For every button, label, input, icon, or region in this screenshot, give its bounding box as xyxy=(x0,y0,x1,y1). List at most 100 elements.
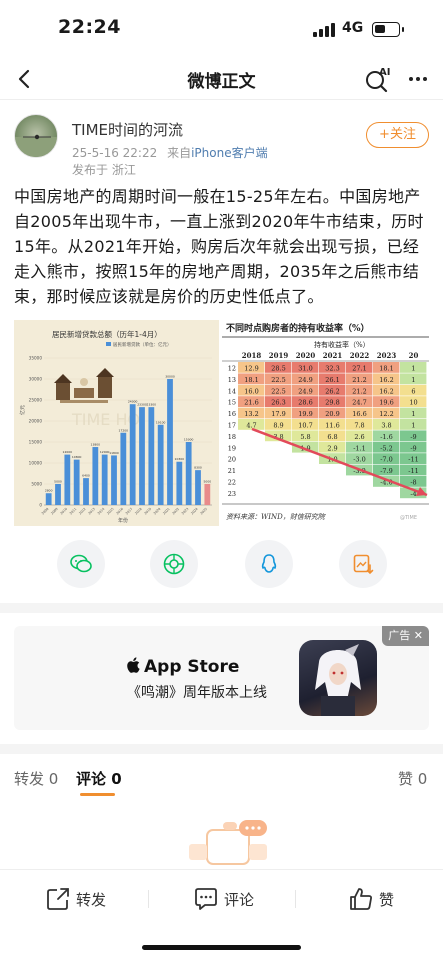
table-cell: 1 xyxy=(411,365,415,373)
ad-tag-label: 广告 xyxy=(388,629,411,642)
ad-card[interactable]: 广告 ✕ App Store 《鸣潮》周年版本上线 xyxy=(14,626,429,730)
table-cell: 13.2 xyxy=(244,410,258,418)
row-year: 17 xyxy=(228,422,236,430)
ai-label: AI xyxy=(379,67,390,78)
table-cell: 1 xyxy=(411,376,415,384)
table-cell: 26.2 xyxy=(325,387,339,395)
bar-value-label: 5000 xyxy=(54,480,62,484)
table-cell: 8.9 xyxy=(273,422,283,430)
status-bar: 22:24 4G xyxy=(0,0,443,58)
bar-value-label: 12000 xyxy=(100,450,110,454)
ai-search-icon[interactable]: AI xyxy=(363,64,393,94)
chart-title: 居民新增贷款总额（历年1-4月） xyxy=(52,329,162,339)
nav-bar: 微博正文 AI xyxy=(0,58,443,100)
save-image-icon xyxy=(353,554,374,575)
row-year: 21 xyxy=(228,467,236,475)
active-tab-indicator xyxy=(80,793,115,796)
more-icon[interactable] xyxy=(404,64,432,94)
row-year: 22 xyxy=(228,479,236,487)
table-cell: 21.2 xyxy=(352,387,366,395)
ad-close-tag[interactable]: 广告 ✕ xyxy=(382,626,429,646)
share-qq-button[interactable] xyxy=(245,540,293,588)
bar-2014 xyxy=(101,454,108,505)
row-year: 18 xyxy=(228,433,236,441)
tab-repost[interactable]: 转发 0 xyxy=(14,768,58,789)
divider xyxy=(295,890,296,908)
chart-legend: 居民新增贷款（单位：亿元） xyxy=(113,341,172,348)
bar-2009 xyxy=(55,484,61,505)
table-cell: 16.2 xyxy=(379,387,393,395)
column-header: 20 xyxy=(409,351,419,360)
table-cell: 26.3 xyxy=(271,399,285,407)
loan-bar-chart: 居民新增贷款总额（历年1-4月） 居民新增贷款（单位：亿元） TIME HO 亿… xyxy=(14,320,219,526)
network-label: 4G xyxy=(342,20,364,36)
tab-comment[interactable]: 评论 0 xyxy=(76,768,122,789)
table-cell: 19.9 xyxy=(298,410,312,418)
bar-2023 xyxy=(185,442,192,505)
repost-button[interactable]: 转发 xyxy=(45,886,115,912)
comment-button[interactable]: 评论 xyxy=(193,886,263,912)
table-cell: -11 xyxy=(408,456,418,464)
row-year: 13 xyxy=(228,376,236,384)
repost-label: 转发 xyxy=(76,891,107,909)
save-image-button[interactable] xyxy=(339,540,387,588)
bar-value-label: 23300 xyxy=(137,403,147,407)
y-tick-label: 5000 xyxy=(31,482,42,487)
bar-2021 xyxy=(167,379,173,505)
table-cell: 22.5 xyxy=(271,387,285,395)
table-cell: 18.1 xyxy=(379,365,393,373)
table-title: 不同时点购房者的持有收益率（%） xyxy=(226,322,370,334)
table-cell: 2.6 xyxy=(354,433,364,441)
source-prefix: 来自 xyxy=(167,146,192,160)
table-cell: 1 xyxy=(411,410,415,418)
bar-value-label: 23300 xyxy=(147,403,157,407)
table-cell: 21.2 xyxy=(352,376,366,384)
avatar[interactable] xyxy=(14,114,58,158)
table-cell: 28.6 xyxy=(298,399,312,407)
y-tick-label: 20000 xyxy=(29,419,43,424)
table-cell: -7.9 xyxy=(380,467,393,475)
divider xyxy=(148,890,149,908)
bar-value-label: 12000 xyxy=(63,450,73,454)
bar-2019 xyxy=(148,407,155,505)
column-header: 2022 xyxy=(350,351,370,360)
table-cell: 28.5 xyxy=(271,365,285,373)
post-image-loan-chart[interactable]: 居民新增贷款总额（历年1-4月） 居民新增贷款（单位：亿元） TIME HO 亿… xyxy=(14,320,219,526)
tab-like[interactable]: 赞 0 xyxy=(398,768,427,789)
like-button[interactable]: 赞 xyxy=(348,886,408,912)
table-cell: 16.0 xyxy=(244,387,258,395)
table-cell: -8 xyxy=(410,479,416,487)
table-cell: 24.9 xyxy=(298,376,312,384)
row-year: 20 xyxy=(228,456,236,464)
share-wechat-button[interactable] xyxy=(57,540,105,588)
table-cell: -1.6 xyxy=(380,433,393,441)
table-cell: 16.6 xyxy=(352,410,366,418)
empty-comments-illustration xyxy=(189,820,267,865)
author-name[interactable]: TIME时间的河流 xyxy=(72,119,183,140)
column-header: 2018 xyxy=(242,351,262,360)
apple-logo-icon xyxy=(127,657,140,673)
bar-value-label: 19100 xyxy=(156,420,166,424)
follow-button[interactable]: +关注 xyxy=(366,122,429,148)
chart-ylabel: 亿元 xyxy=(19,405,26,415)
table-cell: 32.3 xyxy=(325,365,339,373)
column-header: 2019 xyxy=(269,351,289,360)
table-cell: -5.2 xyxy=(380,444,393,452)
wechat-icon xyxy=(70,554,92,573)
comment-tabs: 转发 0 评论 0 赞 0 xyxy=(0,756,443,800)
row-year: 19 xyxy=(228,444,236,452)
thumbs-up-icon xyxy=(350,888,372,910)
table-cell: 31.0 xyxy=(298,365,312,373)
table-cell: -11 xyxy=(408,467,418,475)
y-tick-label: 30000 xyxy=(29,377,43,382)
table-cell: 10 xyxy=(409,399,417,407)
chart-watermark: TIME HO xyxy=(71,410,140,429)
row-year: 15 xyxy=(228,399,236,407)
post-image-returns-table[interactable]: 不同时点购房者的持有收益率（%） 持有收益率（%） 2018 2019 2020 20… xyxy=(222,320,429,526)
chart-xlabel: 年份 xyxy=(118,517,128,524)
table-source: 资料来源：WIND，财信研究院 xyxy=(226,513,326,521)
bar-value-label: 2800 xyxy=(45,489,53,493)
post-source[interactable]: iPhone客户端 xyxy=(191,146,268,160)
ad-game-image[interactable] xyxy=(299,640,377,716)
share-moments-button[interactable] xyxy=(150,540,198,588)
